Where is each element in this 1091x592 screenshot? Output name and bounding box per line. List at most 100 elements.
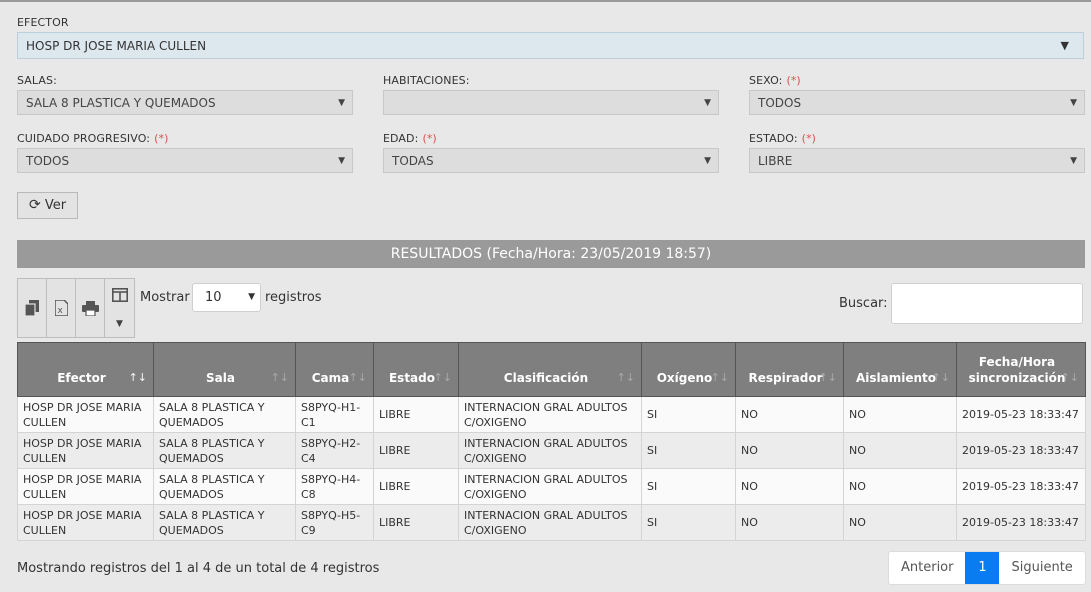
required-marker: (*) [422,132,437,145]
column-visibility-button[interactable]: ▼ [105,279,134,337]
page-length-value: 10 [205,290,222,305]
sexo-label-text: SEXO: [749,74,783,87]
search-input[interactable] [891,283,1083,324]
cell-respirador: NO [735,396,844,433]
cuidado-select[interactable]: TODOS ▼ [17,148,353,173]
cell-estado: LIBRE [373,432,459,469]
cell-fecha-sync: 2019-05-23 18:33:47 [956,396,1086,433]
sort-icon: ↑↓ [348,371,367,384]
salas-value: SALA 8 PLASTICA Y QUEMADOS [26,96,216,110]
efector-value: HOSP DR JOSE MARIA CULLEN [26,39,207,53]
ver-button[interactable]: ⟳ Ver [17,192,78,219]
export-toolbar: x ▼ [17,278,135,338]
table-row: HOSP DR JOSE MARIA CULLEN SALA 8 PLASTIC… [17,504,1086,541]
cell-estado: LIBRE [373,504,459,541]
efector-label: EFECTOR [17,16,69,29]
ver-button-label: Ver [44,198,67,213]
cell-sala: SALA 8 PLASTICA Y QUEMADOS [153,468,296,505]
chevron-down-icon: ▼ [704,98,711,108]
cell-sala: SALA 8 PLASTICA Y QUEMADOS [153,432,296,469]
cell-sala: SALA 8 PLASTICA Y QUEMADOS [153,504,296,541]
cell-cama: S8PYQ-H4-C8 [295,468,374,505]
cell-cama: S8PYQ-H2-C4 [295,432,374,469]
svg-text:x: x [57,306,63,316]
cell-clasificacion: INTERNACION GRAL ADULTOS C/OXIGENO [458,504,642,541]
cell-respirador: NO [735,468,844,505]
sort-icon: ↑↓ [710,371,729,384]
required-marker: (*) [801,132,817,145]
results-title: RESULTADOS (Fecha/Hora: 23/05/2019 18:57… [17,240,1085,268]
sort-icon: ↑↓ [931,371,950,384]
cell-sala: SALA 8 PLASTICA Y QUEMADOS [153,396,296,433]
cell-aislamiento: NO [843,432,957,469]
cell-fecha-sync: 2019-05-23 18:33:47 [956,468,1086,505]
column-header-sala[interactable]: Sala ↑↓ [153,342,296,397]
chevron-down-icon: ▼ [1070,98,1077,108]
required-marker: (*) [786,74,801,87]
salas-label: SALAS: [17,74,57,87]
page-1-button[interactable]: 1 [965,552,1000,584]
buscar-label: Buscar: [839,296,888,311]
excel-button[interactable]: x [47,279,76,337]
pagination: Anterior 1 Siguiente [888,551,1086,585]
cuidado-label: CUIDADO PROGRESIVO: (*) [17,132,168,145]
print-button[interactable] [76,279,105,337]
sort-asc-icon: ↑↓ [128,371,147,384]
columns-icon [111,287,128,302]
sexo-value: TODOS [758,96,802,110]
sort-icon: ↑↓ [616,371,635,384]
column-header-efector[interactable]: Efector ↑↓ [17,342,154,397]
sort-icon: ↑↓ [270,371,289,384]
edad-select[interactable]: TODAS ▼ [383,148,719,173]
cell-fecha-sync: 2019-05-23 18:33:47 [956,432,1086,469]
prev-page-button[interactable]: Anterior [889,552,965,584]
column-header-clasificacion[interactable]: Clasificación ↑↓ [458,342,642,397]
table-row: HOSP DR JOSE MARIA CULLEN SALA 8 PLASTIC… [17,432,1086,469]
sort-icon: ↑↓ [818,371,837,384]
column-header-cama[interactable]: Cama ↑↓ [295,342,374,397]
estado-label-text: ESTADO: [749,132,798,145]
cell-oxigeno: SI [641,504,736,541]
cell-respirador: NO [735,432,844,469]
caret-down-icon: ▼ [1060,39,1069,52]
mostrar-label: Mostrar [140,290,190,305]
habitaciones-select[interactable]: ▼ [383,90,719,115]
excel-icon: x [54,300,68,316]
sexo-label: SEXO: (*) [749,74,801,87]
efector-select[interactable]: HOSP DR JOSE MARIA CULLEN ▼ [17,32,1084,59]
cell-efector: HOSP DR JOSE MARIA CULLEN [17,468,154,505]
column-header-respirador[interactable]: Respirador ↑↓ [735,342,844,397]
column-header-estado[interactable]: Estado ↑↓ [373,342,459,397]
cell-efector: HOSP DR JOSE MARIA CULLEN [17,432,154,469]
refresh-icon: ⟳ [28,197,41,213]
table-row: HOSP DR JOSE MARIA CULLEN SALA 8 PLASTIC… [17,468,1086,505]
cell-oxigeno: SI [641,396,736,433]
cell-estado: LIBRE [373,396,459,433]
estado-select[interactable]: LIBRE ▼ [749,148,1085,173]
registros-label: registros [265,290,322,305]
column-header-fecha-sync[interactable]: Fecha/Hora sincronización ↑↓ [956,342,1086,397]
copy-button[interactable] [18,279,47,337]
habitaciones-label: HABITACIONES: [383,74,470,87]
page-length-select[interactable]: 10 ▼ [192,283,261,312]
column-header-aislamiento[interactable]: Aislamiento ↑↓ [843,342,957,397]
cell-clasificacion: INTERNACION GRAL ADULTOS C/OXIGENO [458,432,642,469]
sort-icon: ↑↓ [1060,371,1079,384]
cell-efector: HOSP DR JOSE MARIA CULLEN [17,504,154,541]
cell-cama: S8PYQ-H1-C1 [295,396,374,433]
cell-fecha-sync: 2019-05-23 18:33:47 [956,504,1086,541]
cuidado-value: TODOS [26,154,70,168]
chevron-down-icon: ▼ [338,156,345,166]
table-row: HOSP DR JOSE MARIA CULLEN SALA 8 PLASTIC… [17,396,1086,433]
chevron-down-icon: ▼ [1070,156,1077,166]
column-header-oxigeno[interactable]: Oxígeno ↑↓ [641,342,736,397]
cell-aislamiento: NO [843,468,957,505]
estado-label: ESTADO: (*) [749,132,816,145]
required-marker: (*) [154,132,169,145]
next-page-button[interactable]: Siguiente [999,552,1084,584]
sexo-select[interactable]: TODOS ▼ [749,90,1085,115]
salas-select[interactable]: SALA 8 PLASTICA Y QUEMADOS ▼ [17,90,353,115]
cell-aislamiento: NO [843,396,957,433]
chevron-down-icon: ▼ [338,98,345,108]
cell-efector: HOSP DR JOSE MARIA CULLEN [17,396,154,433]
